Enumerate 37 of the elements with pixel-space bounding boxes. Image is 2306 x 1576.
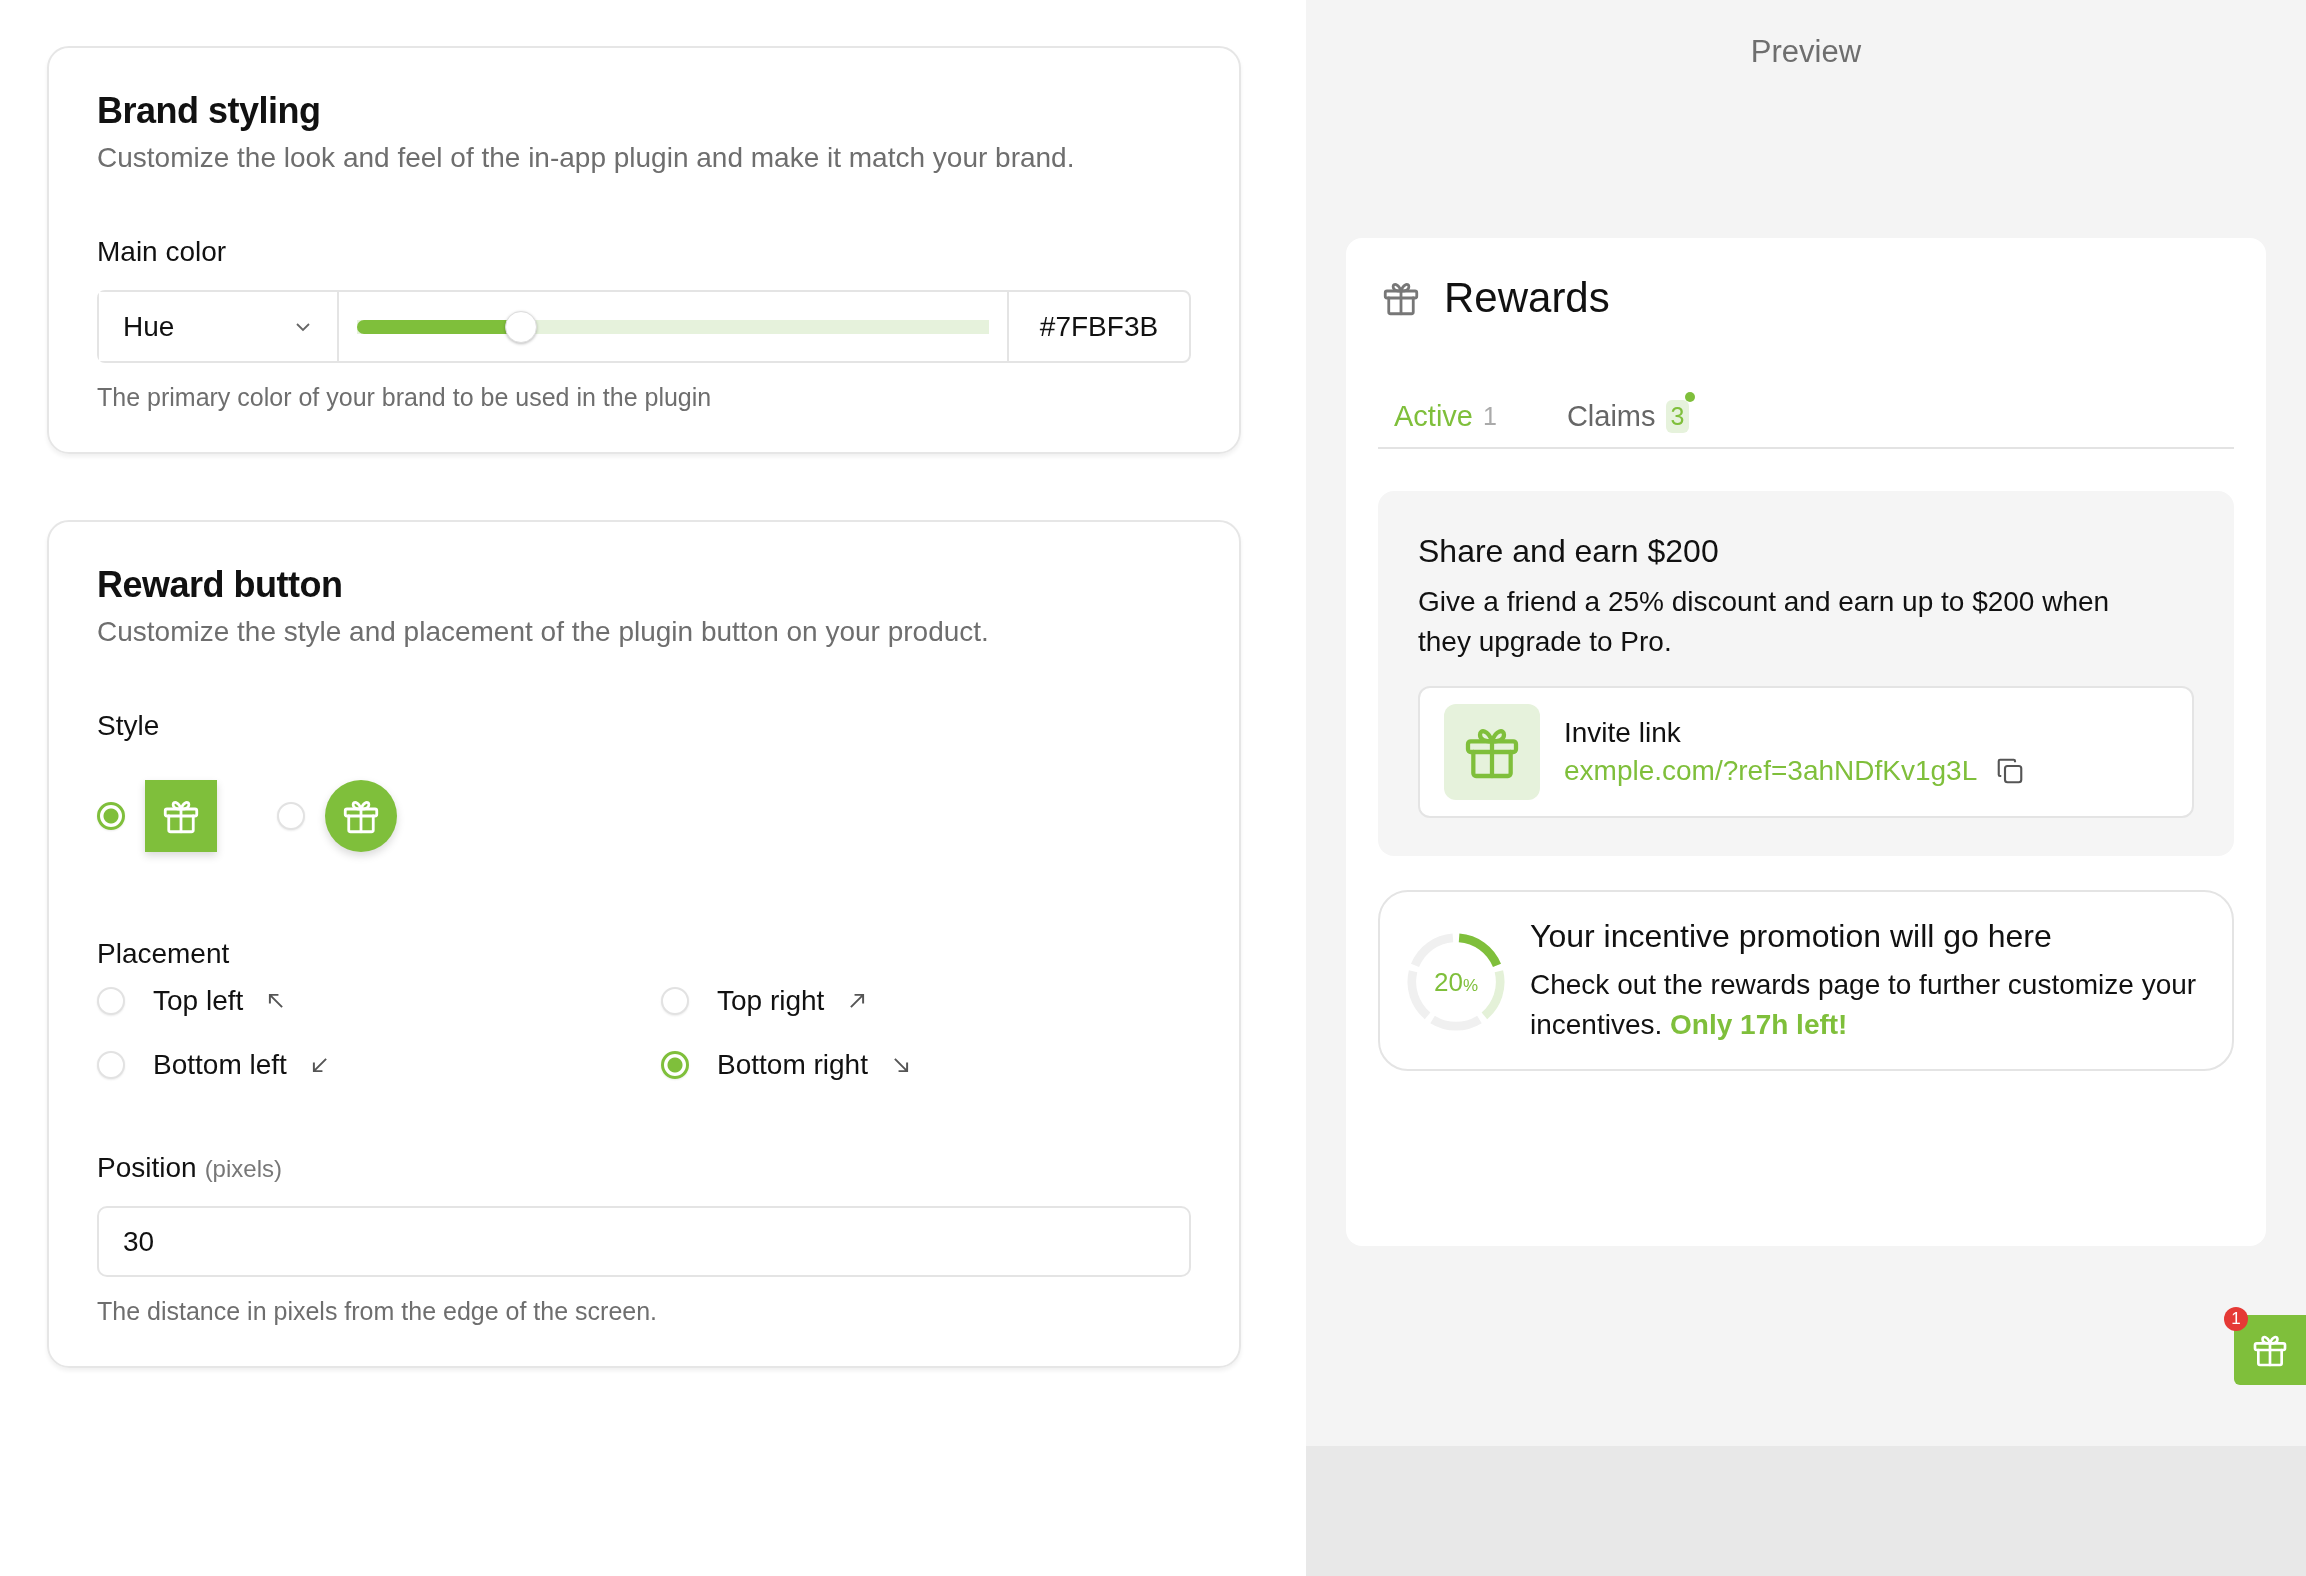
tab-label: Active: [1394, 400, 1473, 433]
field-label: Placement: [97, 938, 231, 970]
referral-title: Share and earn $200: [1418, 533, 1720, 570]
preview-title: Preview: [1749, 34, 1863, 70]
tab-count: 1: [1483, 402, 1497, 431]
percent-value: 20%: [1434, 966, 1478, 997]
option-label[interactable]: Top right: [717, 985, 825, 1017]
hue-dropdown[interactable]: Hue: [99, 292, 339, 361]
field-label: Style: [97, 710, 161, 742]
field-label: Position: [97, 1152, 197, 1184]
card-description: Customize the look and feel of the in-app plugin and make it match your brand.: [97, 142, 1076, 174]
referral-description: Give a friend a 25% discount and earn up to $200 when they upgrade to Pro.: [1418, 585, 2111, 659]
field-label: Main color: [97, 236, 228, 268]
notification-badge: 1: [2224, 1307, 2248, 1331]
card-description: Customize the style and placement of the plugin button on your product.: [97, 616, 990, 648]
option-label[interactable]: Bottom left: [153, 1049, 287, 1081]
count-badge: 3: [1665, 400, 1690, 433]
card-title: Reward button: [97, 564, 344, 606]
card-title: Brand styling: [97, 90, 322, 132]
slider-thumb[interactable]: [505, 310, 538, 343]
field-hint: (pixels): [204, 1155, 282, 1183]
gift-button-sample[interactable]: [325, 780, 397, 852]
tab-label: Claims: [1566, 400, 1656, 433]
panel-title: Rewards: [1444, 274, 1610, 322]
help-text: The primary color of your brand to be used in the plugin: [97, 383, 713, 412]
promo-title: Your incentive promotion will go here: [1530, 918, 2053, 955]
hex-field[interactable]: #7FBF3B: [1007, 292, 1189, 361]
option-label[interactable]: Top left: [153, 985, 244, 1017]
radio-button[interactable]: [661, 1051, 689, 1079]
invite-label: Invite link: [1564, 717, 1682, 749]
radio-button[interactable]: [97, 802, 125, 830]
position-field[interactable]: 30: [97, 1206, 1191, 1277]
option-label[interactable]: Bottom right: [717, 1049, 868, 1081]
promo-description: Check out the rewards page to further customize your incentives. Only 17h left!: [1530, 968, 2198, 1042]
help-text: The distance in pixels from the edge of the screen.: [97, 1297, 659, 1326]
tab[interactable]: Claims 3: [1566, 392, 1696, 433]
gift-button-sample[interactable]: [145, 780, 217, 852]
